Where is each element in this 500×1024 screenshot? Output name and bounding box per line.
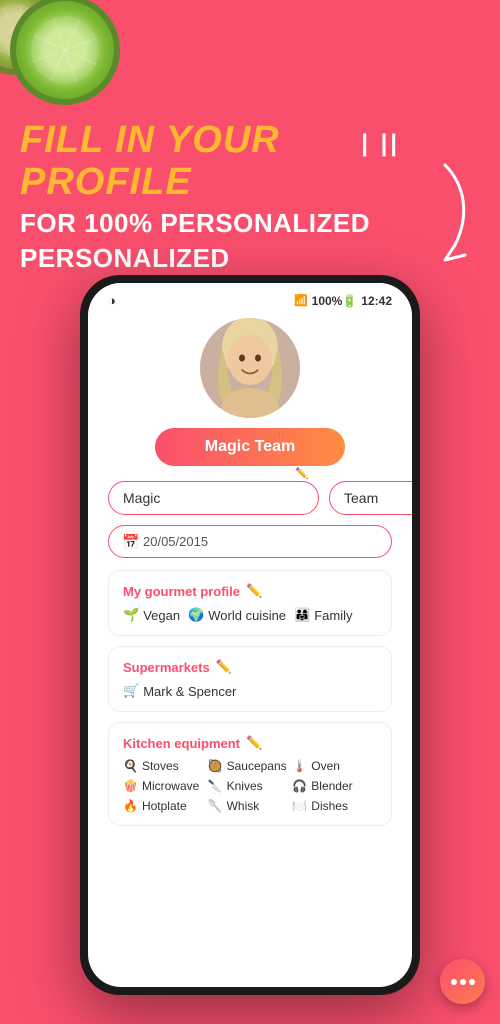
supermarket-item-ms: 🛒 Mark & Spencer	[123, 683, 236, 699]
headline-sub-2: PERSONALIZED	[20, 243, 400, 274]
cucumber-decoration	[0, 0, 160, 120]
app-content: Magic Team ✏️ ✏️ 📅	[88, 313, 412, 977]
name-fields: ✏️ ✏️	[108, 481, 392, 515]
stoves-icon: 🍳	[123, 759, 138, 773]
equip-microwave: 🍿 Microwave	[123, 779, 208, 793]
chat-dot-2	[460, 979, 466, 985]
cart-icon: 🛒	[123, 683, 139, 699]
headline-area: FILL IN YOUR PROFILE FOR 100% PERSONALIZ…	[20, 120, 400, 274]
phone-mockup: ◑ 📶 100%🔋 12:42	[80, 275, 420, 995]
clock: 12:42	[361, 294, 392, 308]
kitchen-card-title: Kitchen equipment ✏️	[123, 735, 377, 751]
hotplate-icon: 🔥	[123, 799, 138, 813]
chat-dot-3	[469, 979, 475, 985]
arrow-decoration	[405, 155, 485, 265]
first-name-wrapper: ✏️	[108, 481, 319, 515]
headline-fill: FILL IN YOUR PROFILE	[20, 120, 400, 204]
first-name-input[interactable]	[108, 481, 319, 515]
world-cuisine-icon: 🌍	[188, 607, 204, 623]
avatar[interactable]	[200, 318, 300, 418]
last-name-input[interactable]	[329, 481, 412, 515]
saucepans-icon: 🥘	[208, 759, 223, 773]
kitchen-equipment-card: Kitchen equipment ✏️ 🍳 Stoves 🥘 Saucepan…	[108, 722, 392, 826]
status-right: 📶 100%🔋 12:42	[294, 294, 392, 308]
knives-icon: 🔪	[208, 779, 223, 793]
avatar-image	[200, 318, 300, 418]
equip-blender: 🎧 Blender	[292, 779, 377, 793]
gourmet-card-title: My gourmet profile ✏️	[123, 583, 377, 599]
cucumber-slice-1	[0, 0, 135, 120]
first-name-pencil-icon: ✏️	[295, 467, 309, 480]
gourmet-items: 🌱 Vegan 🌍 World cuisine 👨‍👩‍👧 Family	[123, 607, 377, 623]
blender-icon: 🎧	[292, 779, 307, 793]
vegan-icon: 🌱	[123, 607, 139, 623]
chat-dots	[451, 979, 475, 985]
status-left-icon: ◑	[108, 293, 116, 308]
status-bar: ◑ 📶 100%🔋 12:42	[88, 283, 412, 313]
equip-saucepans: 🥘 Saucepans	[208, 759, 293, 773]
gourmet-profile-card: My gourmet profile ✏️ 🌱 Vegan 🌍 World cu…	[108, 570, 392, 636]
equip-whisk: 🥄 Whisk	[208, 799, 293, 813]
supermarkets-items: 🛒 Mark & Spencer	[123, 683, 377, 699]
dishes-icon: 🍽️	[292, 799, 307, 813]
calendar-icon: 📅	[122, 533, 139, 550]
supermarkets-card: Supermarkets ✏️ 🛒 Mark & Spencer	[108, 646, 392, 712]
supermarkets-card-title: Supermarkets ✏️	[123, 659, 377, 675]
battery-status: 100%🔋	[312, 294, 358, 308]
equip-dishes: 🍽️ Dishes	[292, 799, 377, 813]
signal-icon: 📶	[294, 294, 308, 307]
phone-screen: ◑ 📶 100%🔋 12:42	[88, 283, 412, 987]
whisk-icon: 🥄	[208, 799, 223, 813]
microwave-icon: 🍿	[123, 779, 138, 793]
equip-knives: 🔪 Knives	[208, 779, 293, 793]
gourmet-item-family: 👨‍👩‍👧 Family	[294, 607, 352, 623]
chat-button[interactable]	[440, 959, 485, 1004]
equip-hotplate: 🔥 Hotplate	[123, 799, 208, 813]
date-input[interactable]	[108, 525, 392, 558]
headline-sub-1: FOR 100% PERSONALIZED	[20, 208, 400, 239]
equip-oven: 🌡️ Oven	[292, 759, 377, 773]
kitchen-edit-icon[interactable]: ✏️	[246, 735, 262, 751]
magic-team-button[interactable]: Magic Team	[155, 428, 345, 466]
family-icon: 👨‍👩‍👧	[294, 607, 310, 623]
gourmet-item-vegan: 🌱 Vegan	[123, 607, 180, 623]
equipment-grid: 🍳 Stoves 🥘 Saucepans 🌡️ Oven 🍿 Microwave	[123, 759, 377, 813]
last-name-wrapper: ✏️	[329, 481, 412, 515]
avatar-section: Magic Team	[108, 318, 392, 466]
oven-icon: 🌡️	[292, 759, 307, 773]
supermarkets-edit-icon[interactable]: ✏️	[216, 659, 232, 675]
gourmet-item-world: 🌍 World cuisine	[188, 607, 286, 623]
equip-stoves: 🍳 Stoves	[123, 759, 208, 773]
gourmet-edit-icon[interactable]: ✏️	[246, 583, 262, 599]
chat-dot-1	[451, 979, 457, 985]
date-field-wrapper: 📅	[108, 525, 392, 558]
